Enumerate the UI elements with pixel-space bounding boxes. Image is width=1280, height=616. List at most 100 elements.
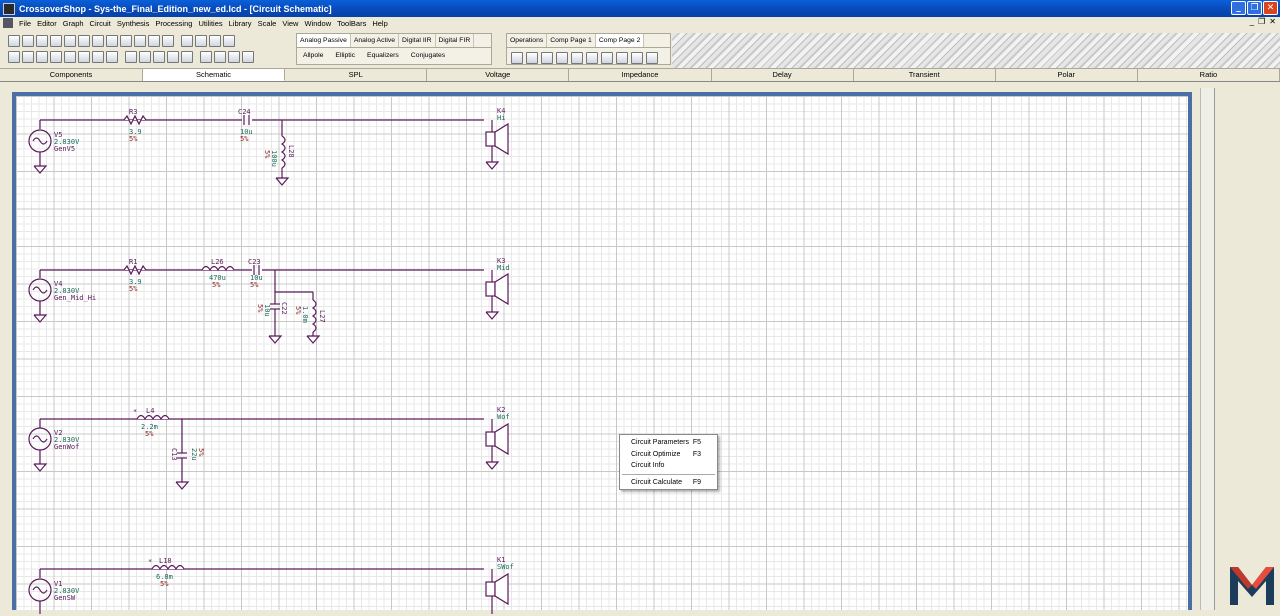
graph-icon[interactable] xyxy=(153,51,165,63)
menu-editor[interactable]: Editor xyxy=(34,19,60,28)
tab-analog-passive[interactable]: Analog Passive xyxy=(297,34,351,47)
menu-separator xyxy=(622,473,715,475)
align-icon[interactable] xyxy=(195,35,207,47)
mdi-restore-icon[interactable]: ❐ xyxy=(1258,17,1265,26)
frame-icon[interactable] xyxy=(223,35,235,47)
resistor-component-icon[interactable] xyxy=(556,52,568,64)
tab-spl[interactable]: SPL xyxy=(285,69,428,81)
inductor-component-icon[interactable] xyxy=(571,52,583,64)
schematic-canvas[interactable]: V5 2.830V GenV5 R3 3.9 5% C24 10u 5% L28… xyxy=(12,92,1192,614)
relay-component-icon[interactable] xyxy=(646,52,658,64)
open-file-icon[interactable] xyxy=(22,35,34,47)
tab-ratio[interactable]: Ratio xyxy=(1138,69,1280,81)
c22-ref: C22 xyxy=(280,302,288,315)
close-button[interactable]: ✕ xyxy=(1263,1,1278,15)
r1-tol: 5% xyxy=(129,285,138,293)
table-icon[interactable] xyxy=(92,51,104,63)
layout-b-icon[interactable] xyxy=(64,51,76,63)
menu-circuit-optimize[interactable]: Circuit Optimize F3 xyxy=(620,449,717,461)
vertical-scrollbar[interactable] xyxy=(1200,88,1214,610)
load-project-icon[interactable] xyxy=(120,35,132,47)
menu-help[interactable]: Help xyxy=(369,19,390,28)
tab-comp-page-2[interactable]: Comp Page 2 xyxy=(595,34,645,47)
node-component-icon[interactable] xyxy=(586,52,598,64)
save-project-icon[interactable] xyxy=(134,35,146,47)
component-list-icon[interactable] xyxy=(125,51,137,63)
menu-circuit-info[interactable]: Circuit Info xyxy=(620,460,717,472)
c13-ref: C13 xyxy=(170,448,178,461)
menu-circuit-parameters[interactable]: Circuit Parameters F5 xyxy=(620,437,717,449)
tab-polar[interactable]: Polar xyxy=(996,69,1138,81)
tab-operations[interactable]: Operations xyxy=(507,34,548,47)
work-area: V5 2.830V GenV5 R3 3.9 5% C24 10u 5% L28… xyxy=(0,82,1280,614)
zoom-in-icon[interactable] xyxy=(8,51,20,63)
tab-components[interactable]: Components xyxy=(0,69,143,81)
tab-analog-active[interactable]: Analog Active xyxy=(351,34,400,47)
tab-digital-iir[interactable]: Digital IIR xyxy=(399,34,436,47)
tile-icon[interactable] xyxy=(200,51,212,63)
arrange-icon[interactable] xyxy=(228,51,240,63)
allpole-button[interactable]: Allpole xyxy=(303,52,323,59)
context-menu: Circuit Parameters F5 Circuit Optimize F… xyxy=(619,434,718,490)
grid-icon[interactable] xyxy=(181,35,193,47)
ground-component-icon[interactable] xyxy=(511,52,523,64)
properties-icon[interactable] xyxy=(162,35,174,47)
toolbar-background-pattern xyxy=(672,33,1280,68)
menu-graph[interactable]: Graph xyxy=(60,19,87,28)
tab-voltage[interactable]: Voltage xyxy=(427,69,570,81)
menu-file[interactable]: File xyxy=(16,19,34,28)
menu-synthesis[interactable]: Synthesis xyxy=(114,19,153,28)
menu-window[interactable]: Window xyxy=(301,19,334,28)
l26-ref: L26 xyxy=(211,258,224,266)
tab-schematic[interactable]: Schematic xyxy=(143,69,286,81)
layout-a-icon[interactable] xyxy=(50,51,62,63)
zoom-fit-icon[interactable] xyxy=(36,51,48,63)
data-icon[interactable] xyxy=(167,51,179,63)
transformer-component-icon[interactable] xyxy=(616,52,628,64)
source-v2-name: GenWof xyxy=(54,443,79,451)
menu-circuit-calculate[interactable]: Circuit Calculate F9 xyxy=(620,477,717,489)
mdi-close-icon[interactable]: ✕ xyxy=(1269,17,1276,26)
elliptic-button[interactable]: Elliptic xyxy=(335,52,355,59)
tab-comp-page-1[interactable]: Comp Page 1 xyxy=(547,34,596,47)
l4-marker: * xyxy=(133,408,137,416)
snap-icon[interactable] xyxy=(209,35,221,47)
menu-toolbars[interactable]: ToolBars xyxy=(334,19,369,28)
menu-circuit[interactable]: Circuit xyxy=(87,19,114,28)
window-icon[interactable] xyxy=(181,51,193,63)
minimize-button[interactable]: _ xyxy=(1231,1,1246,15)
diode-component-icon[interactable] xyxy=(541,52,553,64)
conjugates-button[interactable]: Conjugates xyxy=(411,52,445,59)
save-as-icon[interactable] xyxy=(78,35,90,47)
zoom-out-icon[interactable] xyxy=(22,51,34,63)
tab-transient[interactable]: Transient xyxy=(854,69,996,81)
save-icon[interactable] xyxy=(64,35,76,47)
import-icon[interactable] xyxy=(50,35,62,47)
switch-component-icon[interactable] xyxy=(631,52,643,64)
tab-impedance[interactable]: Impedance xyxy=(569,69,712,81)
new-file-icon[interactable] xyxy=(8,35,20,47)
menu-utilities[interactable]: Utilities xyxy=(195,19,225,28)
open-folder-icon[interactable] xyxy=(36,35,48,47)
toolbar-row-1 xyxy=(8,35,235,47)
chart-icon[interactable] xyxy=(106,51,118,63)
restore-button[interactable]: ❐ xyxy=(1247,1,1262,15)
menu-view[interactable]: View xyxy=(279,19,301,28)
tab-digital-fir[interactable]: Digital FIR xyxy=(436,34,475,47)
capacitor-component-icon[interactable] xyxy=(526,52,538,64)
menu-library[interactable]: Library xyxy=(226,19,255,28)
library-icon[interactable] xyxy=(106,35,118,47)
print-icon[interactable] xyxy=(148,35,160,47)
export-icon[interactable] xyxy=(92,35,104,47)
amplifier-component-icon[interactable] xyxy=(601,52,613,64)
mdi-minimize-icon[interactable]: _ xyxy=(1250,17,1254,26)
cascade-icon[interactable] xyxy=(214,51,226,63)
speaker-icon[interactable] xyxy=(242,51,254,63)
document-icon[interactable] xyxy=(3,18,13,28)
menu-scale[interactable]: Scale xyxy=(255,19,280,28)
circuit-icon[interactable] xyxy=(139,51,151,63)
equalizers-button[interactable]: Equalizers xyxy=(367,52,399,59)
layout-c-icon[interactable] xyxy=(78,51,90,63)
tab-delay[interactable]: Delay xyxy=(712,69,854,81)
menu-processing[interactable]: Processing xyxy=(152,19,195,28)
